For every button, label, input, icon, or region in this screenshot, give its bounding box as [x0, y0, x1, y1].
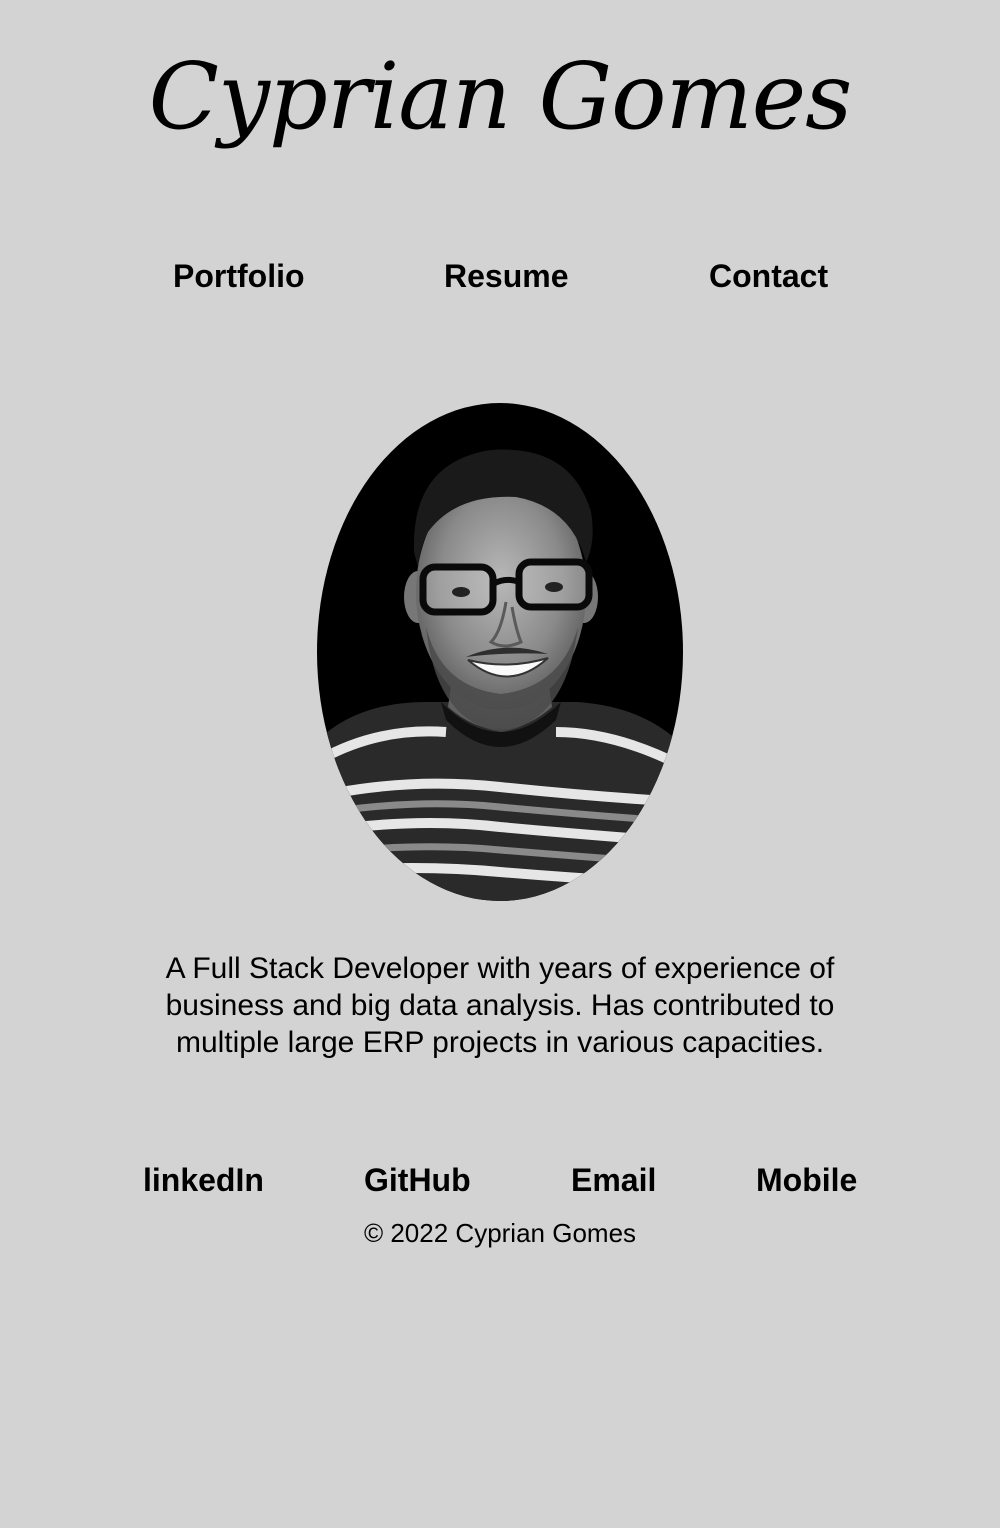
main-nav: Portfolio Resume Contact	[0, 254, 1000, 298]
mobile-link[interactable]: Mobile	[756, 1158, 857, 1202]
nav-portfolio-link[interactable]: Portfolio	[173, 254, 305, 298]
profile-photo	[317, 403, 683, 901]
nav-contact-link[interactable]: Contact	[709, 254, 828, 298]
email-link[interactable]: Email	[571, 1158, 656, 1202]
site-title: Cyprian Gomes	[148, 43, 853, 150]
social-links: linkedIn GitHub Email Mobile	[0, 1158, 1000, 1202]
linkedin-link[interactable]: linkedIn	[143, 1158, 264, 1202]
nav-resume-link[interactable]: Resume	[444, 254, 569, 298]
github-link[interactable]: GitHub	[364, 1158, 471, 1202]
page: Cyprian Gomes Portfolio Resume Contact A…	[0, 0, 1000, 1528]
copyright-text: © 2022 Cyprian Gomes	[363, 1218, 637, 1248]
bio-text: A Full Stack Developer with years of exp…	[165, 952, 835, 1059]
